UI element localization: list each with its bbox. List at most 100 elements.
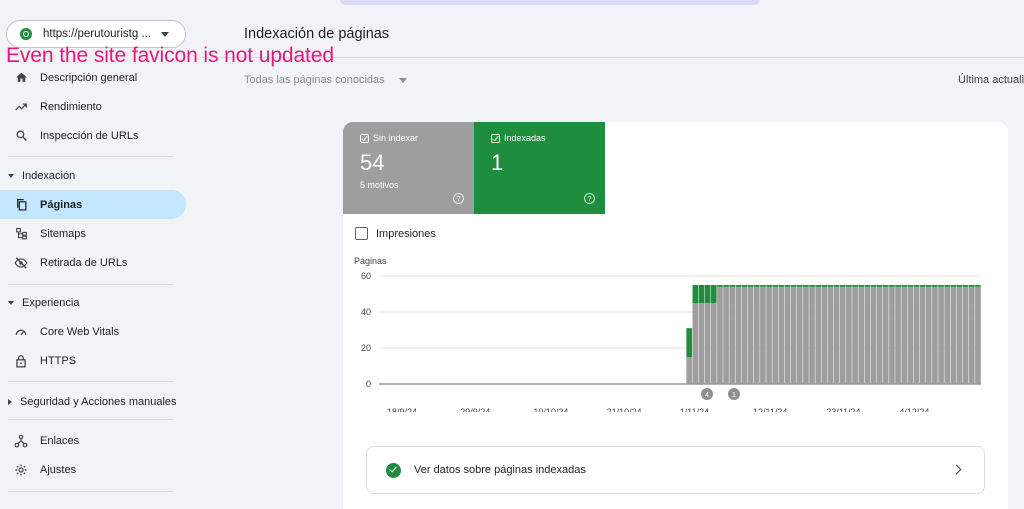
chart-bar-indexed <box>913 285 920 287</box>
chart-bar-indexed <box>895 285 901 287</box>
chart-bar-unindexed <box>809 286 815 384</box>
chart-bar-indexed <box>796 285 803 287</box>
chart-bar-indexed <box>717 285 723 287</box>
sidebar-item-https[interactable]: HTTPS <box>0 346 186 375</box>
checkbox-unchecked-icon[interactable] <box>355 227 368 240</box>
x-tick-label: 18/9/24 <box>387 407 417 412</box>
view-indexed-label: Ver datos sobre páginas indexadas <box>414 464 586 476</box>
chart-bar-unindexed <box>839 286 846 384</box>
chart-bar-indexed <box>778 285 785 287</box>
chart-bar-unindexed <box>803 286 809 384</box>
caret-down-icon <box>8 174 14 178</box>
caret-down-icon <box>8 301 14 305</box>
chart-bar-unindexed <box>735 286 742 384</box>
sidebar-divider <box>8 491 173 492</box>
eye-off-icon <box>14 256 28 270</box>
chart-bar-indexed <box>747 285 754 287</box>
chart-bar-unindexed <box>907 286 914 384</box>
site-favicon-icon <box>20 28 32 40</box>
chart-bar-unindexed <box>710 303 717 384</box>
chart-bar-indexed <box>864 285 871 287</box>
sidebar-item-core-web-vitals[interactable]: Core Web Vitals <box>0 317 186 346</box>
chart-annotation-label: 4 <box>705 390 709 399</box>
sidebar-item-performance[interactable]: Rendimiento <box>0 92 186 121</box>
impressions-checkbox[interactable]: Impresiones <box>355 227 436 240</box>
sidebar-item-removals[interactable]: Retirada de URLs <box>0 248 186 277</box>
search-icon <box>14 129 28 143</box>
sidebar-item-url-inspection[interactable]: Inspección de URLs <box>0 121 186 150</box>
sidebar-section-experience[interactable]: Experiencia <box>8 297 79 309</box>
help-icon[interactable]: ? <box>584 193 595 204</box>
check-circle-icon <box>386 462 401 478</box>
y-tick-label: 20 <box>361 343 371 353</box>
y-tick-label: 0 <box>366 379 371 389</box>
pages-filter-dropdown[interactable]: Todas las páginas conocidas <box>244 74 407 86</box>
chart-bar-unindexed <box>950 286 957 384</box>
chart-bar-indexed <box>962 285 969 287</box>
chart-bar-unindexed <box>864 286 871 384</box>
x-tick-label: 10/10/24 <box>533 407 568 412</box>
chart-bar-unindexed <box>704 303 711 384</box>
checkbox-checked-icon[interactable] <box>360 133 369 143</box>
chart-bar-indexed <box>692 285 699 303</box>
chart-bar-unindexed <box>968 286 975 384</box>
chart-bar-indexed <box>760 285 766 287</box>
help-icon[interactable]: ? <box>453 193 464 204</box>
x-tick-label: 4/12/24 <box>899 407 929 412</box>
chart-bar-indexed <box>882 285 889 287</box>
chart-bar-unindexed <box>717 286 723 384</box>
chart-bar-indexed <box>741 285 748 287</box>
chart-bar-unindexed <box>815 286 822 384</box>
chart-bar-unindexed <box>796 286 803 384</box>
view-indexed-pages-button[interactable]: Ver datos sobre páginas indexadas <box>366 446 985 494</box>
sidebar-section-label: Indexación <box>22 170 76 182</box>
chart-bar-unindexed <box>889 286 895 384</box>
sidebar-item-label: Retirada de URLs <box>40 256 128 269</box>
chart-bar-indexed <box>809 285 815 287</box>
sidebar-divider <box>8 381 173 382</box>
indexed-summary-tile[interactable]: Indexadas 1 ? <box>474 122 605 214</box>
sidebar-item-label: Core Web Vitals <box>40 325 120 338</box>
chart-bar-unindexed <box>772 286 779 384</box>
chart-bar-indexed <box>858 285 865 287</box>
chart-bar-unindexed <box>766 286 772 384</box>
chart-bar-indexed <box>839 285 846 287</box>
chart-bar-unindexed <box>962 286 969 384</box>
chart-bar-unindexed <box>846 286 852 384</box>
chart-bar-unindexed <box>741 286 748 384</box>
sidebar-section-security[interactable]: Seguridad y Acciones manuales <box>8 396 177 408</box>
sidebar-item-links[interactable]: Enlaces <box>0 426 186 455</box>
sidebar-item-pages[interactable]: Páginas <box>0 190 186 219</box>
sidebar-item-settings[interactable]: Ajustes <box>0 455 186 484</box>
chart-bar-unindexed <box>778 286 785 384</box>
chart-bar-unindexed <box>852 286 858 384</box>
chart-bar-unindexed <box>895 286 901 384</box>
chart-bar-unindexed <box>944 286 951 384</box>
chart-bar-indexed <box>956 285 963 287</box>
chart-bar-indexed <box>790 285 797 287</box>
checkbox-checked-icon[interactable] <box>491 133 500 143</box>
chart-bar-unindexed <box>938 286 944 384</box>
sidebar-section-indexing[interactable]: Indexación <box>8 170 75 182</box>
x-tick-label: 21/10/24 <box>607 407 642 412</box>
unindexed-summary-tile[interactable]: Sin indexar 54 5 motivos ? <box>343 122 474 214</box>
chart-bar-indexed <box>815 285 822 287</box>
chart-bar-indexed <box>870 285 877 287</box>
unindexed-reasons: 5 motivos <box>360 180 399 190</box>
chart-bar-indexed <box>932 285 938 287</box>
x-tick-label: 12/11/24 <box>753 407 787 412</box>
chart-bar-unindexed <box>925 286 932 384</box>
chart-bar-unindexed <box>975 286 981 384</box>
chevron-down-icon <box>161 32 169 37</box>
chart-bar-unindexed <box>956 286 963 384</box>
chart-bar-unindexed <box>821 286 828 384</box>
chart-bar-indexed <box>907 285 914 287</box>
gear-icon <box>14 463 28 477</box>
indexed-count: 1 <box>491 150 504 175</box>
chart-bar-unindexed <box>932 286 938 384</box>
sidebar-item-sitemaps[interactable]: Sitemaps <box>0 219 186 248</box>
sidebar-item-label: Páginas <box>40 198 83 211</box>
sidebar-item-label: Enlaces <box>40 434 80 447</box>
chart-bar-unindexed <box>760 286 766 384</box>
chart-bar-indexed <box>803 285 809 287</box>
